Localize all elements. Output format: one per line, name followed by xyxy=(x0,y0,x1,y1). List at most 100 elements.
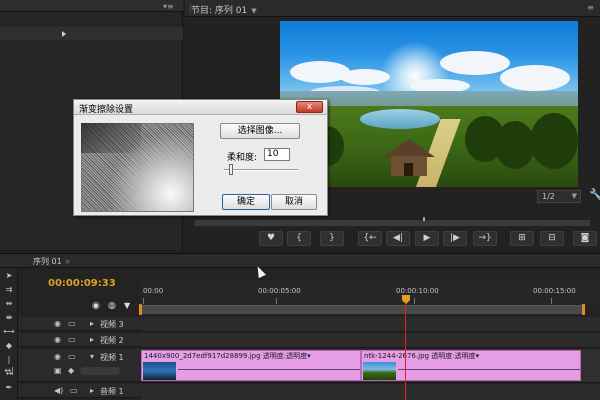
clip-filename: ntk-1244-2676.jpg xyxy=(364,352,429,360)
step-forward-button[interactable]: |▶ xyxy=(443,231,467,246)
track-name: 视频 3 xyxy=(100,320,124,329)
work-area-bar[interactable] xyxy=(141,305,584,314)
program-tab[interactable]: 节目: 序列 01 ▼ xyxy=(191,3,257,16)
source-panel-row[interactable] xyxy=(0,27,183,40)
go-to-in-button[interactable]: {← xyxy=(358,231,382,246)
video-cloud xyxy=(340,69,390,85)
dialog-close-button[interactable]: x xyxy=(296,101,323,113)
razor-tool-icon[interactable]: ◆ xyxy=(3,340,15,351)
panel-menu-icon[interactable]: ▾≡ xyxy=(163,2,174,11)
ruler-tick xyxy=(143,298,144,304)
softness-slider-thumb[interactable] xyxy=(229,164,234,175)
lock-icon[interactable]: ▭ xyxy=(68,335,76,344)
ruler-label: 00:00:15:00 xyxy=(533,287,576,295)
selection-tool-icon[interactable]: ➤ xyxy=(3,270,15,281)
softness-input[interactable]: 10 xyxy=(264,148,290,161)
cancel-button[interactable]: 取消 xyxy=(271,194,317,210)
dialog-titlebar[interactable]: 渐变擦除设置 x xyxy=(74,100,327,115)
scrub-position-marker[interactable] xyxy=(423,217,425,221)
ruler-tick xyxy=(551,298,552,304)
eye-icon[interactable]: ◉ xyxy=(54,319,61,328)
rate-stretch-tool-icon[interactable]: ⟷ xyxy=(3,326,15,337)
playhead-line[interactable] xyxy=(405,304,406,400)
clip-thumbnail xyxy=(143,362,176,380)
slide-tool-icon[interactable]: ↔ xyxy=(3,368,15,379)
mark-out-button[interactable]: } xyxy=(320,231,344,246)
house-roof xyxy=(383,139,435,157)
zoom-level-select[interactable]: 1/2 ▼ xyxy=(537,190,581,203)
timeline-toggle-icons: ◉ ◍ ▼ xyxy=(92,301,136,313)
expand-triangle-icon[interactable] xyxy=(62,31,66,37)
sequence-tab[interactable]: 序列 01 × xyxy=(33,256,71,267)
panel-menu-icon[interactable]: ≡ xyxy=(587,3,594,12)
track-video-2[interactable] xyxy=(141,333,600,348)
dialog-title: 渐变擦除设置 xyxy=(79,105,134,115)
rolling-edit-tool-icon[interactable]: ⇼ xyxy=(3,312,15,323)
zoom-level-value: 1/2 xyxy=(542,192,555,201)
softness-value: 10 xyxy=(267,149,279,159)
mark-out-icon: } xyxy=(329,233,335,243)
track-header-video-2[interactable]: ◉ ▭ ▸ 视频 2 xyxy=(18,333,141,347)
program-tabbar: 节目: 序列 01 ▼ ≡ xyxy=(185,0,600,17)
video-cloud xyxy=(440,51,510,75)
keyframe-nav[interactable] xyxy=(80,367,120,375)
expand-triangle-icon[interactable]: ▸ xyxy=(90,386,94,395)
lock-icon[interactable]: ▭ xyxy=(68,319,76,328)
eye-icon[interactable]: ◉ xyxy=(54,335,61,344)
track-select-tool-icon[interactable]: ⇉ xyxy=(3,284,15,295)
track-audio-1[interactable] xyxy=(141,384,600,400)
go-to-out-button[interactable]: →} xyxy=(473,231,497,246)
track-header-video-1[interactable]: ◉ ▭ ▾ 视频 1 ▣ ◆ xyxy=(18,349,141,382)
lift-button[interactable]: ⊞ xyxy=(510,231,534,246)
work-area-end-handle[interactable] xyxy=(582,304,585,315)
current-timecode[interactable]: 00:00:09:33 xyxy=(48,278,116,289)
opacity-line[interactable] xyxy=(398,369,580,370)
eye-icon[interactable]: ◉ xyxy=(54,352,61,361)
mark-in-button[interactable]: { xyxy=(287,231,311,246)
collapse-triangle-icon[interactable]: ▾ xyxy=(90,352,94,361)
softness-slider-track[interactable] xyxy=(224,169,298,171)
go-to-out-icon: →} xyxy=(478,233,492,243)
clip-1[interactable]: 1440x900_2d7edf917d28899.jpg 透明度:透明度▾ xyxy=(141,350,361,381)
pen-tool-icon[interactable]: ✒ xyxy=(3,382,15,393)
wrench-icon[interactable]: 🔧 xyxy=(589,188,600,201)
video-tree xyxy=(530,113,578,169)
play-icon: ▶ xyxy=(423,233,431,243)
ok-button[interactable]: 确定 xyxy=(222,194,270,210)
extract-button[interactable]: ⊟ xyxy=(540,231,564,246)
clip-2[interactable]: ntk-1244-2676.jpg 透明度:透明度▾ xyxy=(361,350,581,381)
close-icon[interactable]: × xyxy=(65,258,71,266)
select-image-label: 选择图像... xyxy=(237,126,283,136)
sync-lock-icon[interactable]: ◍ xyxy=(108,301,116,311)
lock-icon[interactable]: ▭ xyxy=(68,352,76,361)
lock-icon[interactable]: ▭ xyxy=(70,386,78,395)
slip-tool-icon[interactable]: |↔| xyxy=(3,354,15,375)
speaker-icon[interactable]: ◀) xyxy=(54,386,63,395)
chevron-down-icon[interactable]: ▾ xyxy=(476,352,480,360)
ripple-edit-tool-icon[interactable]: ⇹ xyxy=(3,298,15,309)
time-ruler[interactable]: 00:00 00:00:05:00 00:00:10:00 00:00:15:0… xyxy=(141,281,600,305)
display-style-icon[interactable]: ▣ xyxy=(54,366,62,375)
select-image-button[interactable]: 选择图像... xyxy=(220,123,300,139)
chevron-down-icon[interactable]: ▾ xyxy=(307,352,311,360)
timeline-panel: 序列 01 × ➤ ⇉ ⇹ ⇼ ⟷ ◆ |↔| ↔ ✒ 00:00:09:33 ◉… xyxy=(0,253,600,400)
step-back-button[interactable]: ◀| xyxy=(386,231,410,246)
tools-panel: ➤ ⇉ ⇹ ⇼ ⟷ ◆ |↔| ↔ ✒ xyxy=(0,268,18,400)
video-cloud xyxy=(500,65,570,91)
add-marker-button[interactable]: ♥ xyxy=(259,231,283,246)
keyframe-icon[interactable]: ◆ xyxy=(68,366,74,375)
snap-icon[interactable]: ◉ xyxy=(92,301,100,311)
track-name: 视频 1 xyxy=(100,353,124,362)
program-scrub-bar[interactable] xyxy=(195,220,590,226)
play-button[interactable]: ▶ xyxy=(415,231,439,246)
work-area-start-handle[interactable] xyxy=(139,304,142,315)
add-marker-icon[interactable]: ▼ xyxy=(124,301,130,310)
expand-triangle-icon[interactable]: ▸ xyxy=(90,319,94,328)
track-video-3[interactable] xyxy=(141,317,600,332)
opacity-line[interactable] xyxy=(178,369,360,370)
chevron-down-icon[interactable]: ▼ xyxy=(251,7,256,15)
export-frame-button[interactable]: ◙ xyxy=(573,231,597,246)
track-header-audio-1[interactable]: ◀) ▭ ▸ 音频 1 xyxy=(18,384,141,398)
expand-triangle-icon[interactable]: ▸ xyxy=(90,335,94,344)
track-header-video-3[interactable]: ◉ ▭ ▸ 视频 3 xyxy=(18,317,141,331)
